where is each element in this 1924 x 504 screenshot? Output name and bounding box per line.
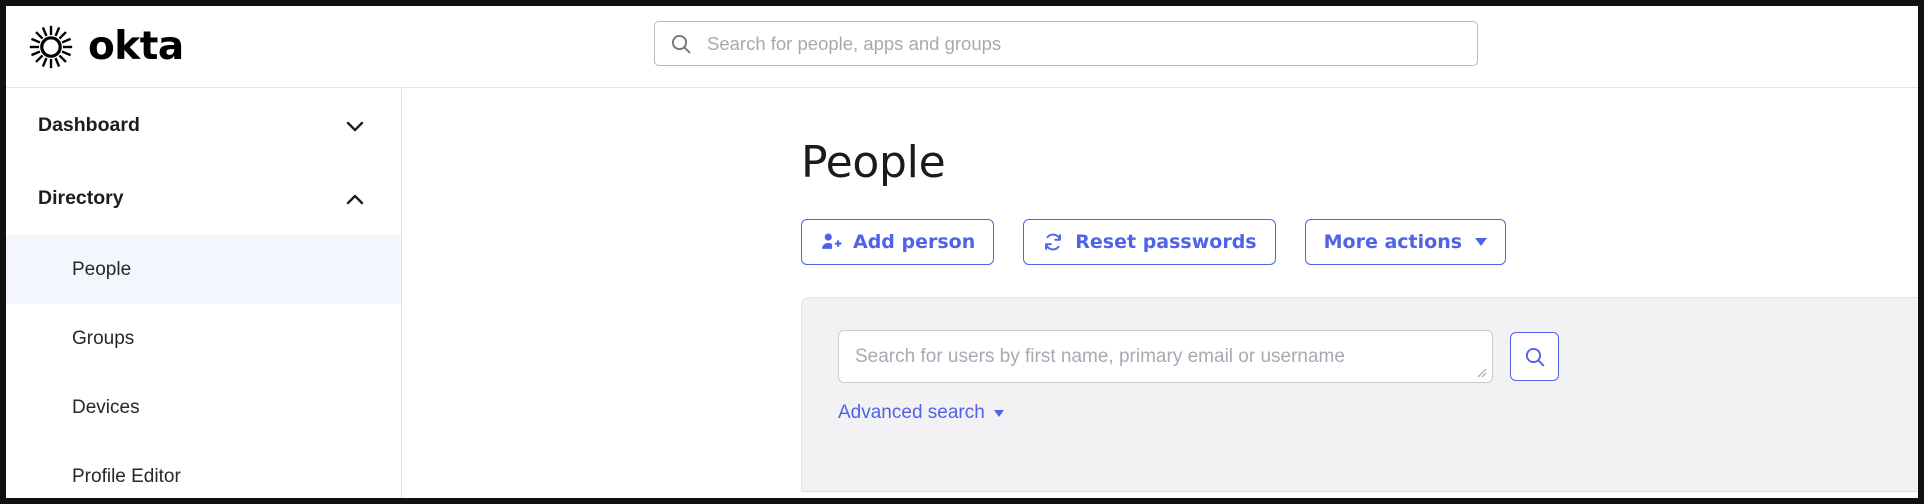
person-add-icon xyxy=(822,233,842,249)
sidebar-item-label: People xyxy=(72,258,132,280)
sidebar-item-people[interactable]: People xyxy=(6,235,401,304)
okta-brand[interactable]: okta xyxy=(28,24,184,70)
sidebar-section-dashboard[interactable]: Dashboard xyxy=(6,89,401,162)
refresh-icon xyxy=(1045,233,1062,251)
sidebar-section-label: Dashboard xyxy=(38,114,140,136)
chevron-down-icon xyxy=(346,121,364,131)
chevron-up-icon xyxy=(346,194,364,204)
user-search-panel: Search for users by first name, primary … xyxy=(801,297,1918,492)
reset-passwords-button[interactable]: Reset passwords xyxy=(1023,219,1276,265)
sidebar-item-groups[interactable]: Groups xyxy=(6,304,401,373)
sidebar-section-label: Directory xyxy=(38,187,124,209)
add-person-label: Add person xyxy=(853,231,976,253)
more-actions-label: More actions xyxy=(1323,231,1463,253)
caret-down-icon xyxy=(993,409,1004,417)
search-icon xyxy=(1525,347,1544,366)
resize-grip-icon[interactable] xyxy=(1476,367,1488,379)
advanced-search-toggle[interactable]: Advanced search xyxy=(838,402,1004,424)
sidebar-item-label: Groups xyxy=(72,327,135,349)
global-search-input[interactable]: Search for people, apps and groups xyxy=(654,21,1478,66)
user-search-submit-button[interactable] xyxy=(1510,332,1559,381)
sidebar-item-profile-editor[interactable]: Profile Editor xyxy=(6,442,401,498)
advanced-search-label: Advanced search xyxy=(838,402,985,423)
page-action-buttons: Add person Reset passwords More actions xyxy=(801,219,1507,265)
okta-admin-console: okta Search for people, apps and groups … xyxy=(6,6,1918,498)
sidebar-item-label: Devices xyxy=(72,396,140,418)
caret-down-icon xyxy=(1475,238,1488,246)
more-actions-button[interactable]: More actions xyxy=(1304,219,1507,265)
user-search-input[interactable]: Search for users by first name, primary … xyxy=(838,330,1493,383)
screenshot-frame: okta Search for people, apps and groups … xyxy=(0,0,1924,504)
reset-passwords-label: Reset passwords xyxy=(1075,231,1257,253)
search-icon xyxy=(671,34,691,53)
user-search-placeholder: Search for users by first name, primary … xyxy=(855,345,1345,367)
user-search-row: Search for users by first name, primary … xyxy=(838,330,1559,383)
brand-wordmark: okta xyxy=(88,24,184,69)
page-title: People xyxy=(801,137,946,188)
add-person-button[interactable]: Add person xyxy=(801,219,995,265)
left-sidebar: Dashboard Directory People Groups Device… xyxy=(6,89,402,498)
top-header: okta Search for people, apps and groups xyxy=(6,6,1918,88)
sidebar-item-devices[interactable]: Devices xyxy=(6,373,401,442)
global-search-placeholder: Search for people, apps and groups xyxy=(707,32,1002,54)
sidebar-section-directory[interactable]: Directory xyxy=(6,162,401,235)
sidebar-item-label: Profile Editor xyxy=(72,465,181,487)
main-content: People Add person Reset passwords More a… xyxy=(403,89,1918,498)
okta-sunburst-logo-icon xyxy=(29,25,73,68)
